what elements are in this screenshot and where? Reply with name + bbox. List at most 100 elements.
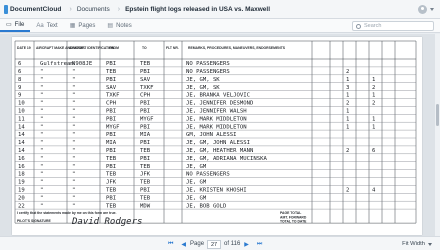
column-header: FLT NR.: [166, 46, 179, 50]
log-cell-to: PBI: [140, 101, 150, 107]
log-cell-n2: 6: [372, 148, 375, 154]
tab-label: Notes: [116, 22, 132, 29]
log-cell-from: JFK: [106, 180, 117, 186]
log-cell-remarks: JE, MARK MIDDLETON: [186, 116, 247, 122]
log-cell-from: MYGF: [106, 124, 120, 130]
text-icon: Aa: [36, 22, 44, 29]
document-title: Epstein flight logs released in USA vs. …: [125, 5, 271, 13]
log-cell-n1: 2: [346, 148, 349, 154]
log-cell-to: MYGF: [140, 116, 154, 122]
log-cell-from: PBI: [106, 164, 116, 170]
log-cell-ident: ": [72, 188, 75, 194]
tab-file[interactable]: ▭ File: [0, 19, 31, 32]
tab-text[interactable]: Aa Text: [30, 19, 63, 32]
log-cell-model: ": [40, 148, 43, 154]
log-cell-to: TEB: [140, 61, 151, 67]
log-cell-ident: ": [72, 156, 75, 162]
logo[interactable]: DocumentCloud: [0, 0, 62, 19]
log-cell-to: JFK: [140, 172, 151, 178]
log-cell-ident: ": [72, 195, 75, 201]
next-page-icon[interactable]: ▶: [244, 241, 249, 248]
log-cell-to: TEB: [140, 195, 151, 201]
log-cell-date: 6: [18, 61, 21, 67]
pages-icon: ▦: [69, 23, 76, 29]
log-cell-model: ": [40, 93, 43, 99]
log-cell-from: MIA: [106, 140, 117, 146]
log-cell-remarks: JE, GM, JOHN ALESSI: [186, 140, 250, 146]
log-cell-n2: 1: [372, 116, 375, 122]
log-cell-ident: ": [72, 101, 75, 107]
log-cell-to: MIA: [140, 132, 151, 138]
tab-pages[interactable]: ▦ Pages: [64, 19, 102, 32]
notes-icon: ▤: [107, 23, 114, 29]
scrollbar-thumb[interactable]: [436, 104, 439, 126]
tab-notes[interactable]: ▤ Notes: [101, 19, 137, 32]
log-cell-date: 20: [18, 195, 25, 201]
log-cell-date: 19: [18, 180, 25, 186]
chevron-down-icon[interactable]: [430, 7, 434, 11]
log-cell-model: ": [40, 156, 43, 162]
first-page-icon[interactable]: ⏮: [168, 241, 173, 248]
pilot-signature: David Rodgers: [71, 217, 142, 227]
log-cell-remarks: JE, GM, HEATHER MANN: [186, 148, 253, 154]
log-cell-ident: ": [72, 203, 75, 209]
top-bar: DocumentCloud › Documents › Epstein flig…: [0, 0, 440, 19]
log-cell-model: ": [40, 132, 43, 138]
document-viewer[interactable]: DATE 19 AIRCRAFT MAKE AND MODEL AIRCRAFT I…: [0, 34, 440, 236]
breadcrumb-separator: ›: [117, 5, 121, 13]
log-cell-to: CPH: [140, 93, 150, 99]
log-cell-from: TEB: [106, 188, 117, 194]
log-cell-ident: ": [72, 109, 75, 115]
log-cell-date: 22: [18, 203, 25, 209]
column-header: TO: [142, 46, 147, 50]
log-cell-ident: ": [72, 164, 75, 170]
log-cell-remarks: NO PASSENGERS: [186, 61, 230, 67]
app-root: DocumentCloud › Documents › Epstein flig…: [0, 0, 440, 250]
log-cell-model: ": [40, 101, 43, 107]
log-cell-to: TXKF: [140, 85, 154, 91]
flight-log-scan: DATE 19 AIRCRAFT MAKE AND MODELAIRCRAFT I…: [14, 40, 417, 227]
log-cell-model: Gulfstream: [40, 61, 74, 67]
log-cell-model: ": [40, 85, 43, 91]
log-cell-model: ": [40, 188, 43, 194]
log-cell-ident: ": [72, 116, 75, 122]
log-cell-remarks: JE, GM: [186, 164, 207, 170]
document-page: DATE 19 AIRCRAFT MAKE AND MODEL AIRCRAFT I…: [12, 37, 422, 235]
log-cell-n2: 2: [372, 101, 375, 107]
last-page-icon[interactable]: ⏭: [257, 241, 262, 248]
log-cell-date: 10: [18, 109, 25, 115]
log-cell-ident: ": [72, 132, 75, 138]
scrollbar[interactable]: [435, 34, 440, 236]
log-cell-date: 14: [18, 148, 25, 154]
prev-page-icon[interactable]: ◀: [181, 241, 186, 248]
log-cell-model: ": [40, 109, 43, 115]
breadcrumb-documents[interactable]: Documents: [77, 6, 110, 13]
tab-label: File: [14, 21, 25, 28]
log-cell-model: ": [40, 203, 43, 209]
log-cell-model: ": [40, 116, 43, 122]
log-cell-model: ": [40, 77, 43, 83]
log-cell-to: PBI: [140, 156, 150, 162]
log-cell-remarks: NO PASSENGERS: [186, 172, 230, 178]
search-icon: [356, 23, 361, 29]
page-number-input[interactable]: 27: [207, 239, 222, 249]
log-cell-n2: 1: [372, 124, 375, 130]
column-header: REMARKS, PROCEDURES, MANEUVERS, ENDORSEM…: [188, 46, 286, 50]
user-icon[interactable]: [418, 4, 427, 14]
log-cell-to: PBI: [140, 124, 150, 130]
user-menu[interactable]: [418, 4, 440, 14]
log-cell-ident: ": [72, 148, 75, 154]
log-cell-ident: ": [72, 77, 75, 83]
log-cell-n1: 1: [346, 77, 349, 83]
log-cell-remarks: JE, BRANKA VELJOVIC: [186, 93, 250, 99]
log-cell-n1: 1: [346, 124, 349, 130]
log-cell-n1: 2: [346, 101, 349, 107]
log-cell-to: TEB: [140, 164, 151, 170]
search-input[interactable]: Search: [352, 21, 434, 31]
log-cell-date: 9: [18, 93, 21, 99]
log-cell-remarks: JE, JENNIFER WALSH: [186, 109, 247, 115]
log-cell-from: TXKF: [106, 93, 120, 99]
log-cell-n1: 2: [346, 69, 349, 75]
zoom-select[interactable]: Fit Width: [402, 237, 432, 250]
page-label: Page: [190, 241, 205, 247]
